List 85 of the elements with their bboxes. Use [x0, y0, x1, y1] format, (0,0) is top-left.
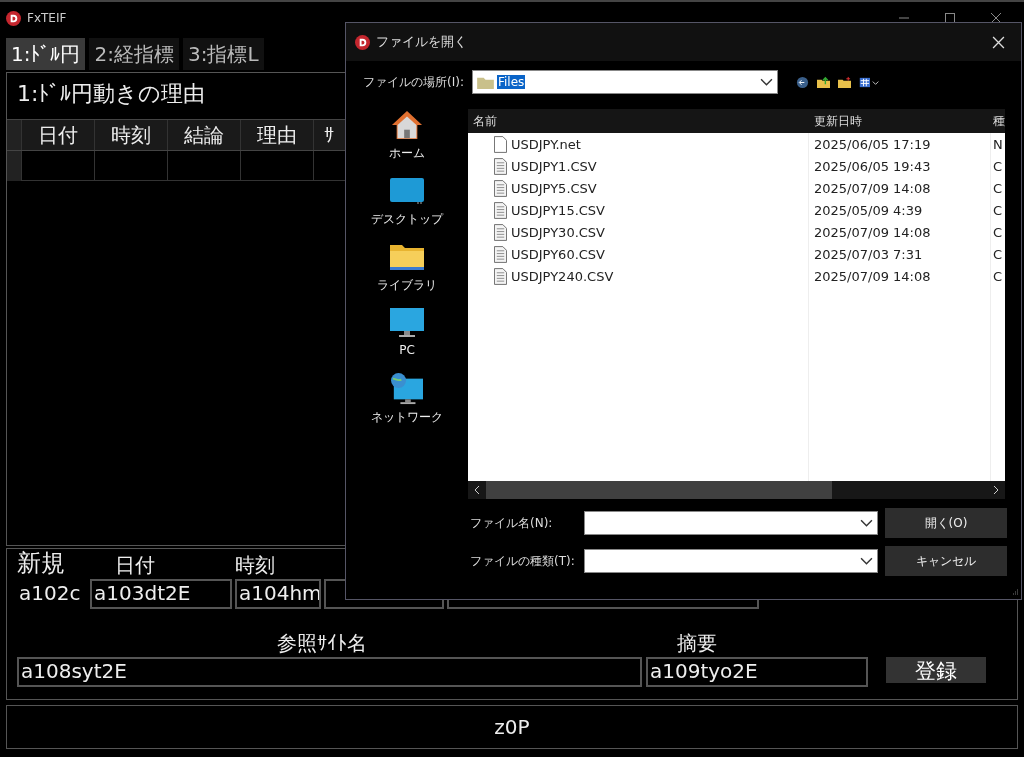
view-menu-icon[interactable]: [859, 75, 881, 89]
table-cell: C: [993, 246, 1003, 262]
modified-date: 2025/07/09 14:08: [814, 224, 931, 240]
text-file-icon: [494, 157, 507, 175]
place-item[interactable]: ネットワーク: [371, 373, 443, 437]
text-file-icon: [494, 179, 507, 197]
modified-date: 2025/07/03 7:31: [814, 246, 923, 262]
modified-date: 2025/05/09 4:39: [814, 202, 923, 218]
footer-text: z0P: [494, 715, 530, 739]
input-field[interactable]: a103dt2E: [90, 579, 232, 609]
text-file-icon: [494, 201, 507, 219]
modified-date: 2025/06/05 17:19: [814, 136, 931, 152]
column-header[interactable]: 名前: [468, 112, 808, 130]
back-icon[interactable]: [796, 75, 809, 89]
site-name-label: 参照ｻｲﾄ名: [277, 630, 367, 657]
folder-up-icon[interactable]: [817, 75, 830, 89]
modified-date: 2025/06/05 19:43: [814, 158, 931, 174]
close-icon[interactable]: [990, 12, 1002, 24]
folder-icon: [477, 75, 494, 89]
modified-date: 2025/07/09 14:08: [814, 268, 931, 284]
app-icon: [355, 34, 370, 50]
chevron-down-icon: [860, 556, 873, 566]
text-file-icon: [494, 245, 507, 263]
file-name[interactable]: USDJPY30.CSV: [511, 224, 605, 240]
tab[interactable]: 1:ﾄﾞﾙ円: [6, 38, 86, 70]
file-name[interactable]: USDJPY.net: [511, 136, 581, 152]
place-item[interactable]: ライブラリ: [377, 241, 437, 305]
dialog-title: ファイルを開く: [376, 33, 467, 51]
tab[interactable]: 3:指標L: [182, 38, 264, 70]
column-header: 日付: [21, 120, 94, 150]
file-name[interactable]: USDJPY5.CSV: [511, 180, 597, 196]
scroll-right-icon[interactable]: [992, 485, 1000, 495]
site-name-field[interactable]: a108syt2E: [17, 657, 642, 687]
column-header: 時刻: [94, 120, 167, 150]
resize-grip-icon[interactable]: [1011, 589, 1019, 597]
new-entry-heading: 新規: [17, 548, 65, 579]
table-cell: C: [993, 268, 1003, 284]
file-type-label: ファイルの種類(T):: [470, 552, 576, 570]
table-cell: C: [993, 224, 1003, 240]
open-button[interactable]: 開く(O): [885, 508, 1007, 538]
summary-field[interactable]: a109tyo2E: [646, 657, 868, 687]
summary-label: 摘要: [677, 630, 717, 657]
input-field[interactable]: a104hm: [235, 579, 321, 609]
file-name[interactable]: USDJPY15.CSV: [511, 202, 605, 218]
location-dropdown[interactable]: Files: [472, 70, 778, 94]
table-cell: C: [993, 180, 1003, 196]
date-label: 日付: [115, 552, 155, 579]
desktop-icon: [389, 175, 425, 207]
text-file-icon: [494, 223, 507, 241]
tab[interactable]: 2:経指標: [89, 38, 179, 70]
file-type-dropdown[interactable]: [584, 549, 878, 573]
input-field[interactable]: a102c: [17, 579, 87, 609]
place-item[interactable]: PC: [389, 307, 425, 371]
text-file-icon: [494, 267, 507, 285]
time-label: 時刻: [235, 552, 275, 579]
new-folder-icon[interactable]: [838, 75, 851, 89]
network-icon: [389, 373, 425, 405]
scrollbar-thumb[interactable]: [486, 481, 832, 499]
scroll-left-icon[interactable]: [473, 485, 481, 495]
place-item[interactable]: デスクトップ: [371, 175, 443, 239]
file-name[interactable]: USDJPY1.CSV: [511, 158, 597, 174]
table-cell: C: [993, 158, 1003, 174]
location-label: ファイルの場所(I):: [362, 73, 464, 91]
table-cell: N: [993, 136, 1003, 152]
column-header[interactable]: 更新日時: [808, 112, 990, 130]
cancel-button[interactable]: キャンセル: [885, 546, 1007, 576]
file-name-field[interactable]: [584, 511, 878, 535]
column-header: 結論: [167, 120, 240, 150]
file-name-label: ファイル名(N):: [470, 514, 554, 532]
app-icon: [6, 10, 21, 26]
chevron-down-icon: [760, 77, 773, 87]
home-icon: [389, 109, 425, 141]
chevron-down-icon: [860, 518, 873, 528]
file-name[interactable]: USDJPY60.CSV: [511, 246, 605, 262]
window-title: FxTEIF: [27, 11, 67, 25]
table-cell: C: [993, 202, 1003, 218]
place-item[interactable]: ホーム: [389, 109, 425, 173]
modified-date: 2025/07/09 14:08: [814, 180, 931, 196]
horizontal-scrollbar[interactable]: [468, 481, 1005, 499]
file-name[interactable]: USDJPY240.CSV: [511, 268, 614, 284]
panel-title: 1:ﾄﾞﾙ円動きの理由: [17, 81, 206, 106]
column-header[interactable]: 種: [990, 112, 1005, 130]
column-header: 理由: [240, 120, 313, 150]
monitor-icon: [389, 307, 425, 339]
register-button[interactable]: 登録: [886, 657, 986, 683]
